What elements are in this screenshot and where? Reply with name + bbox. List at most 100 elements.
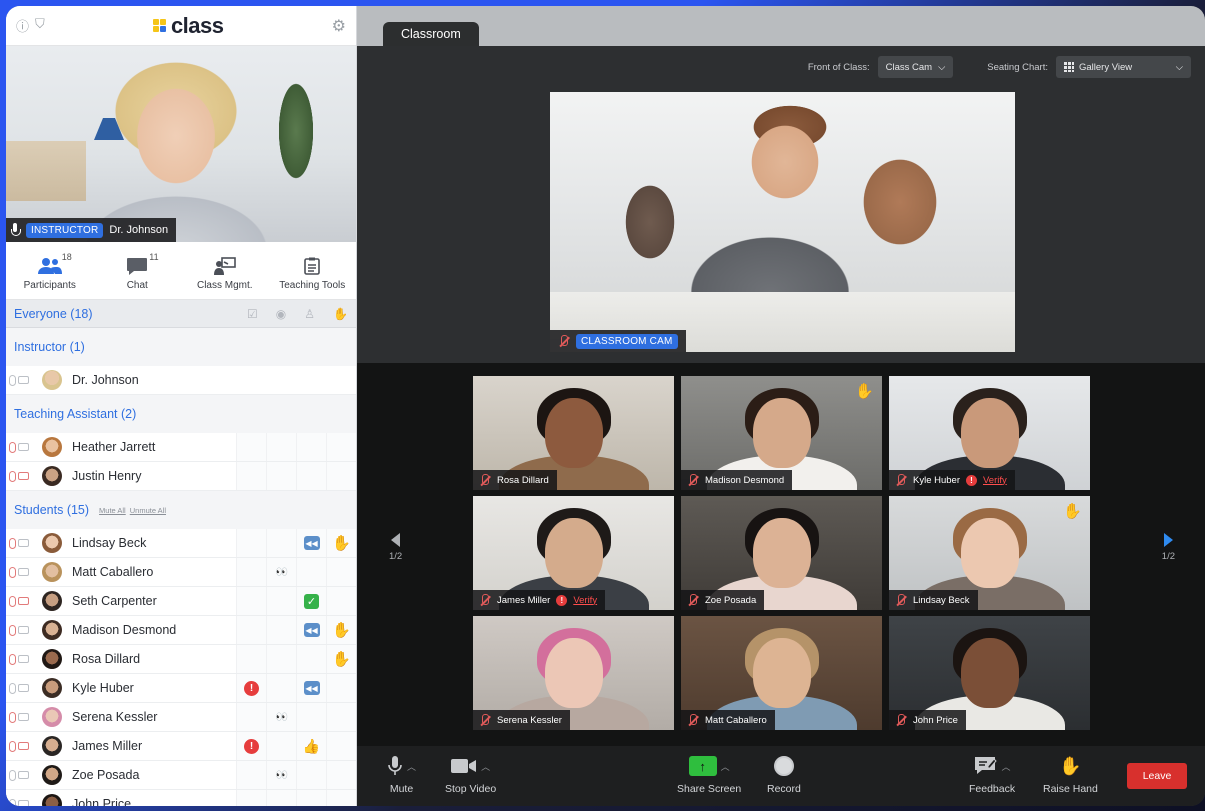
video-tile[interactable]: John Price	[889, 616, 1090, 730]
seating-chart-dropdown[interactable]: Gallery View ⌵	[1056, 56, 1191, 78]
verify-link[interactable]: Verify	[983, 475, 1007, 486]
unmute-all-link[interactable]: Unmute All	[130, 506, 166, 515]
video-tile[interactable]: ✋ Madison Desmond	[681, 376, 882, 490]
verify-link[interactable]: Verify	[573, 595, 597, 606]
status-cell	[236, 616, 266, 644]
instructor-badge: INSTRUCTOR	[26, 222, 104, 238]
avatar	[42, 620, 62, 640]
participant-row[interactable]: John Price	[6, 790, 356, 806]
front-of-class-dropdown[interactable]: Class Cam ⌵	[877, 56, 954, 78]
row-status	[6, 682, 42, 694]
video-tile[interactable]: Rosa Dillard	[473, 376, 674, 490]
participant-row[interactable]: Seth Carpenter ✓	[6, 587, 356, 616]
participant-row[interactable]: James Miller! 👍	[6, 732, 356, 761]
mic-icon[interactable]	[9, 798, 16, 806]
mic-muted-icon[interactable]	[9, 653, 16, 665]
camera-icon[interactable]	[18, 539, 29, 547]
camera-off-icon[interactable]	[18, 742, 29, 750]
participant-row[interactable]: Madison Desmond ◀◀ ✋	[6, 616, 356, 645]
mic-icon[interactable]	[9, 682, 16, 694]
info-icon[interactable]: ⓘ	[16, 16, 29, 35]
participant-row[interactable]: Serena Kessler 👀	[6, 703, 356, 732]
share-screen-button[interactable]: ↑ ︿ Share Screen	[677, 755, 741, 795]
feedback-button[interactable]: ︿ Feedback	[969, 755, 1015, 795]
status-cell	[266, 616, 296, 644]
row-status	[6, 653, 42, 665]
raised-hand-icon: ✋	[332, 651, 351, 668]
page-indicator: 1/2	[1161, 551, 1175, 562]
stop-video-button[interactable]: ︿ Stop Video	[445, 755, 496, 795]
mic-icon[interactable]	[9, 374, 16, 386]
mute-button[interactable]: ︿ Mute	[387, 755, 416, 795]
status-cell	[236, 790, 266, 806]
raise-hand-button[interactable]: ✋ Raise Hand	[1043, 755, 1098, 796]
participant-row[interactable]: Heather Jarrett	[6, 433, 356, 462]
mic-muted-icon[interactable]	[9, 711, 16, 723]
chevron-down-icon: ⌵	[938, 61, 946, 73]
gallery-view: 1/2 Rosa Dillard ✋ Madison Desmond Kyle Hub…	[357, 363, 1205, 746]
shield-icon[interactable]: ⛉	[35, 16, 45, 35]
mic-icon[interactable]	[9, 769, 16, 781]
gear-icon[interactable]: ⚙	[332, 16, 346, 36]
video-tile[interactable]: Kyle Huber! Verify	[889, 376, 1090, 490]
participants-count: 18	[61, 252, 72, 262]
participant-row[interactable]: Justin Henry	[6, 462, 356, 491]
tab-chat[interactable]: 11 Chat	[97, 252, 177, 291]
share-screen-icon-wrap: ↑ ︿	[688, 755, 730, 777]
leave-button[interactable]: Leave	[1127, 763, 1187, 789]
checkbox-column-icon: ☑	[247, 306, 258, 321]
mic-muted-icon[interactable]	[9, 470, 16, 482]
mic-muted-icon	[895, 593, 907, 607]
camera-icon[interactable]	[18, 771, 29, 779]
camera-icon[interactable]	[18, 568, 29, 576]
video-tile[interactable]: ✋ Lindsay Beck	[889, 496, 1090, 610]
background-plant	[276, 76, 316, 186]
participant-row[interactable]: Kyle Huber! ◀◀	[6, 674, 356, 703]
participant-row[interactable]: Matt Caballero 👀	[6, 558, 356, 587]
tab-participants[interactable]: 18 Participants	[10, 252, 90, 291]
video-tile[interactable]: James Miller! Verify	[473, 496, 674, 610]
next-page[interactable]: 1/2	[1162, 533, 1175, 562]
participant-row[interactable]: Lindsay Beck ◀◀ ✋	[6, 529, 356, 558]
row-status	[6, 740, 42, 752]
camera-icon[interactable]	[18, 443, 29, 451]
participant-name: Serena Kessler	[72, 710, 158, 724]
caret-up-icon[interactable]: ︿	[721, 760, 730, 773]
mic-muted-icon[interactable]	[9, 441, 16, 453]
video-tile[interactable]: Matt Caballero	[681, 616, 882, 730]
prev-page[interactable]: 1/2	[389, 533, 402, 562]
mute-all-link[interactable]: Mute All	[99, 506, 126, 515]
participant-row[interactable]: Zoe Posada 👀	[6, 761, 356, 790]
video-tile[interactable]: Serena Kessler	[473, 616, 674, 730]
mic-muted-icon[interactable]	[9, 566, 16, 578]
camera-icon[interactable]	[18, 376, 29, 384]
participant-row[interactable]: Dr. Johnson	[6, 366, 356, 395]
status-cell: 👍	[296, 732, 326, 760]
everyone-header[interactable]: Everyone (18) ☑ ◉ ♙ ✋	[6, 300, 356, 328]
camera-icon[interactable]	[18, 713, 29, 721]
record-button[interactable]: Record	[767, 755, 801, 795]
camera-icon[interactable]	[18, 626, 29, 634]
caret-up-icon[interactable]: ︿	[407, 760, 416, 773]
avatar	[42, 533, 62, 553]
share-screen-icon: ↑	[688, 756, 717, 776]
mic-muted-icon[interactable]	[9, 624, 16, 636]
tab-classroom[interactable]: Classroom	[383, 22, 479, 46]
camera-icon[interactable]	[18, 800, 29, 806]
camera-off-icon[interactable]	[18, 472, 29, 480]
camera-off-icon[interactable]	[18, 597, 29, 605]
tab-class-mgmt[interactable]: Class Mgmt.	[185, 256, 265, 291]
video-tile[interactable]: Zoe Posada	[681, 496, 882, 610]
mic-muted-icon[interactable]	[9, 537, 16, 549]
camera-icon[interactable]	[18, 684, 29, 692]
caret-up-icon[interactable]: ︿	[481, 760, 490, 773]
participant-row[interactable]: Rosa Dillard ✋	[6, 645, 356, 674]
tab-teaching-tools[interactable]: Teaching Tools	[272, 256, 352, 291]
status-cell	[326, 790, 356, 806]
mic-muted-icon[interactable]	[9, 740, 16, 752]
row-status	[6, 441, 42, 453]
status-cell	[296, 703, 326, 731]
mic-muted-icon[interactable]	[9, 595, 16, 607]
caret-up-icon[interactable]: ︿	[1002, 760, 1011, 773]
camera-icon[interactable]	[18, 655, 29, 663]
